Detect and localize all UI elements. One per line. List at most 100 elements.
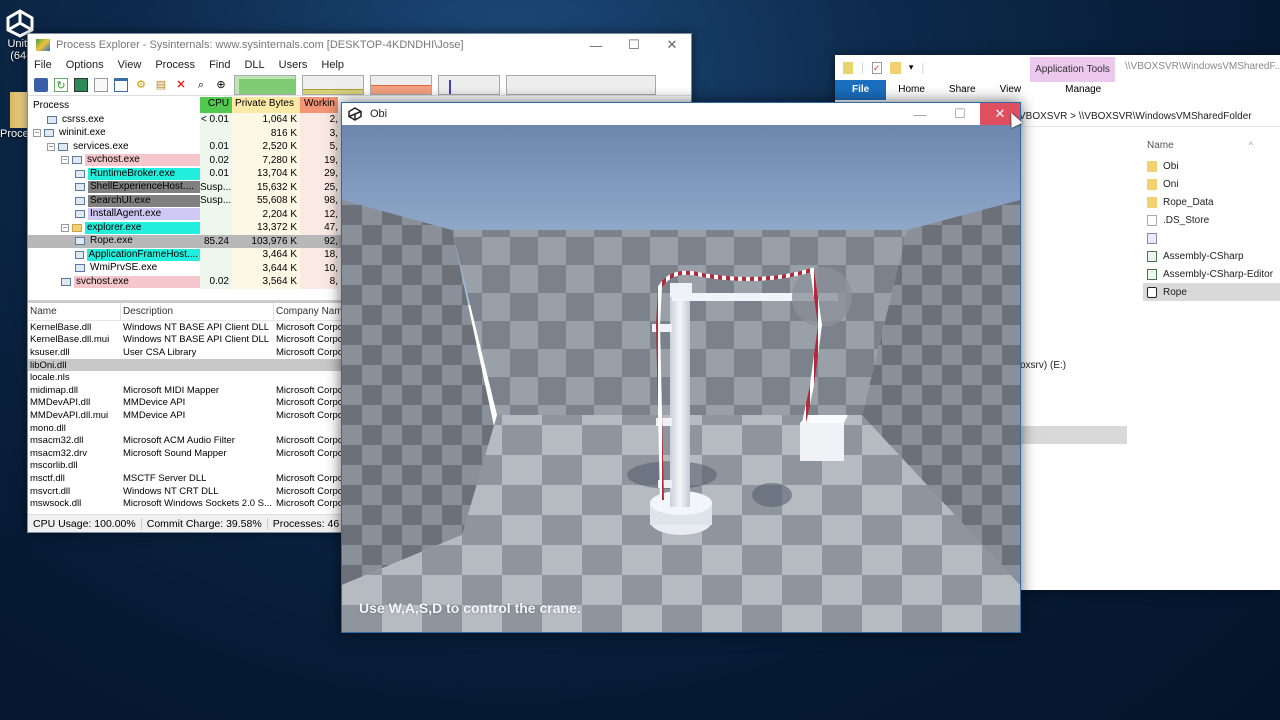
window-title: Obi <box>370 108 388 120</box>
crosshair-icon[interactable]: ⊕ <box>214 78 228 92</box>
window-icon[interactable] <box>114 77 128 92</box>
menu-dll[interactable]: DLL <box>244 59 264 71</box>
file-item[interactable]: Rope_Data <box>1143 193 1280 211</box>
column-dll-name[interactable]: Name <box>28 303 121 320</box>
close-button[interactable]: ✕ <box>653 34 691 56</box>
dll-row[interactable]: mswsock.dll Microsoft Windows Sockets 2.0… <box>28 497 365 510</box>
file-item[interactable]: Oni <box>1143 175 1280 193</box>
customize-qat-icon[interactable]: ▾ <box>909 62 914 73</box>
target-icon[interactable]: ⚙ <box>134 78 148 92</box>
options-icon[interactable]: ▤ <box>154 78 168 92</box>
dll-row[interactable]: msctf.dll MSCTF Server DLL Microsoft Corpo… <box>28 472 365 485</box>
dll-row[interactable]: KernelBase.dll Windows NT BASE API Client… <box>28 321 365 334</box>
properties-icon[interactable]: ✓ <box>871 61 882 74</box>
system-info-icon[interactable] <box>74 77 88 92</box>
process-row[interactable]: csrss.exe < 0.01 1,064 K 2, <box>28 113 365 127</box>
new-folder-icon[interactable] <box>889 61 901 74</box>
nav-drive-item[interactable]: oxsrv) (E:) <box>1020 360 1066 371</box>
maximize-button[interactable]: ☐ <box>615 34 653 56</box>
column-description[interactable]: Description <box>121 303 274 320</box>
process-row[interactable]: svchost.exe 0.02 3,564 K 8, <box>28 275 365 289</box>
dll-row[interactable]: msvcrt.dll Windows NT CRT DLL Microsoft Co… <box>28 485 365 498</box>
process-row[interactable]: RuntimeBroker.exe 0.01 13,704 K 29, <box>28 167 365 181</box>
menu-process[interactable]: Process <box>155 59 195 71</box>
dll-row[interactable]: midimap.dll Microsoft MIDI Mapper Microsof… <box>28 384 365 397</box>
process-row[interactable]: WmiPrvSE.exe 3,644 K 10, <box>28 261 365 275</box>
minimize-button[interactable]: — <box>900 103 940 125</box>
maximize-button[interactable]: ☐ <box>940 103 980 125</box>
cpu-graph[interactable] <box>234 74 296 95</box>
menu-view[interactable]: View <box>118 59 142 71</box>
save-icon[interactable] <box>34 77 48 92</box>
process-row[interactable]: − wininit.exe 816 K 3, <box>28 126 365 141</box>
dll-row[interactable]: KernelBase.dll.mui Windows NT BASE API Cl… <box>28 334 365 347</box>
process-cpu-cell <box>200 221 232 235</box>
process-row[interactable]: Rope.exe 85.24 103,976 K 92, <box>28 234 365 248</box>
tab-manage[interactable]: Manage <box>1045 80 1121 100</box>
collapse-toggle[interactable]: − <box>47 142 55 151</box>
menu-users[interactable]: Users <box>279 59 308 71</box>
find-icon[interactable]: ⌕ <box>194 78 208 92</box>
file-item[interactable]: Assembly-CSharp-Editor <box>1143 265 1280 283</box>
nav-selected-item[interactable] <box>1020 426 1127 444</box>
dll-name-cell: msacm32.dll <box>30 435 84 447</box>
address-bar[interactable]: VBOXSVR > \\VBOXSVR\WindowsVMSharedFolde… <box>1015 107 1280 127</box>
dll-row[interactable]: msacm32.dll Microsoft ACM Audio Filter Mic… <box>28 434 365 447</box>
file-item[interactable]: Assembly-CSharp <box>1143 247 1280 265</box>
dll-row[interactable]: mono.dll <box>28 422 365 435</box>
gpu-graph[interactable] <box>506 74 656 95</box>
process-row[interactable]: − explorer.exe 13,372 K 47, <box>28 221 365 235</box>
collapse-toggle[interactable]: − <box>61 223 69 232</box>
file-name: Assembly-CSharp-Editor <box>1163 268 1274 280</box>
process-row[interactable]: ShellExperienceHost.... Susp... 15,632 K 25… <box>28 180 365 194</box>
title-bar[interactable]: Obi — ☐ ✕ <box>342 103 1020 125</box>
file-item[interactable]: Obi <box>1143 157 1280 175</box>
file-item[interactable]: Rope <box>1143 283 1280 301</box>
dll-row[interactable]: locale.nls <box>28 371 365 384</box>
dll-row[interactable]: ksuser.dll User CSA Library Microsoft Corp… <box>28 346 365 359</box>
collapse-toggle[interactable]: − <box>33 129 41 138</box>
file-item[interactable] <box>1143 229 1280 247</box>
menu-help[interactable]: Help <box>321 59 344 71</box>
physical-memory-graph[interactable] <box>370 74 432 95</box>
column-cpu[interactable]: CPU <box>200 97 232 113</box>
minimize-button[interactable]: — <box>577 34 615 56</box>
menu-file[interactable]: File <box>34 59 52 71</box>
process-row[interactable]: InstallAgent.exe 2,204 K 12, <box>28 207 365 221</box>
menu-find[interactable]: Find <box>209 59 230 71</box>
pin-icon[interactable] <box>843 61 853 74</box>
dll-row[interactable]: msacm32.drv Microsoft Sound Mapper Microso… <box>28 447 365 460</box>
column-header-name[interactable]: Name ^ <box>1143 133 1280 157</box>
dll-row[interactable]: libOni.dll <box>28 358 365 372</box>
process-private-bytes-cell: 1,064 K <box>232 113 300 127</box>
game-viewport[interactable]: Use W,A,S,D to control the crane. <box>342 125 1020 632</box>
refresh-icon[interactable]: ↻ <box>54 77 68 92</box>
dll-row[interactable]: mscorlib.dll <box>28 460 365 473</box>
dll-row[interactable]: MMDevAPI.dll.mui MMDevice API Microsoft Co… <box>28 409 365 422</box>
process-row[interactable]: − services.exe 0.01 2,520 K 5, <box>28 140 365 154</box>
dll-row[interactable]: MMDevAPI.dll MMDevice API Microsoft Corpor <box>28 397 365 410</box>
tab-view[interactable]: View <box>988 80 1034 100</box>
desktop-icon-procexp[interactable]: Proces <box>0 92 34 140</box>
io-graph[interactable] <box>438 74 500 95</box>
tab-share[interactable]: Share <box>937 80 988 100</box>
commit-graph[interactable] <box>302 74 364 95</box>
collapse-toggle[interactable]: − <box>61 156 69 165</box>
properties-icon[interactable] <box>94 77 108 92</box>
process-row[interactable]: SearchUI.exe Susp... 55,608 K 98, <box>28 194 365 208</box>
kill-process-icon[interactable]: ✕ <box>174 78 188 92</box>
process-row[interactable]: − svchost.exe 0.02 7,280 K 19, <box>28 153 365 167</box>
column-process[interactable]: Process <box>28 97 200 113</box>
pulley-wheel <box>792 267 852 327</box>
dll-description-cell: Microsoft Windows Sockets 2.0 S... <box>123 498 272 510</box>
file-item[interactable]: .DS_Store <box>1143 211 1280 229</box>
tab-file[interactable]: File <box>835 80 887 100</box>
process-name-cell: − wininit.exe <box>28 127 200 141</box>
column-private-bytes[interactable]: Private Bytes <box>232 97 300 113</box>
title-bar[interactable]: Process Explorer - Sysinternals: www.sys… <box>28 34 691 56</box>
process-row[interactable]: ApplicationFrameHost.... 3,464 K 18, <box>28 248 365 262</box>
unity-icon <box>348 107 362 121</box>
tab-home[interactable]: Home <box>886 80 937 100</box>
menu-options[interactable]: Options <box>66 59 104 71</box>
column-working-set[interactable]: Workin <box>300 97 338 113</box>
